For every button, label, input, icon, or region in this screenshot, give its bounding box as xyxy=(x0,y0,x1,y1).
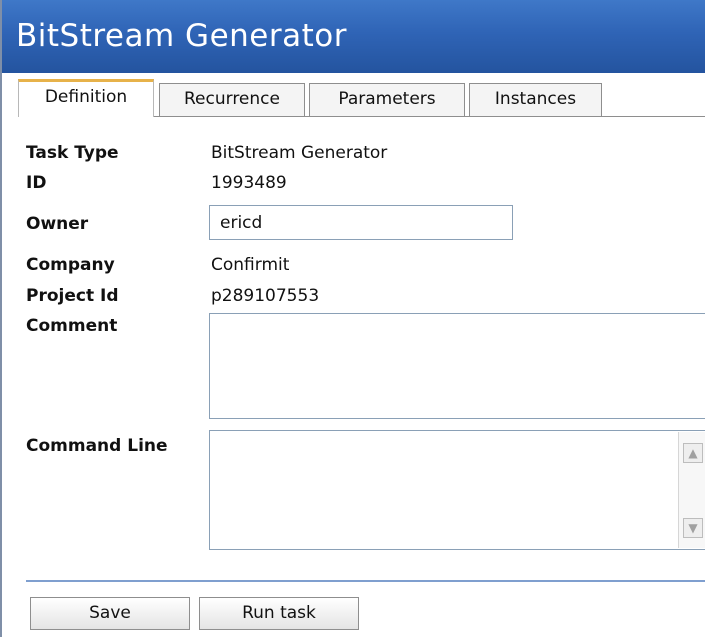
form-divider xyxy=(26,580,705,582)
tab-definition[interactable]: Definition xyxy=(18,79,154,117)
id-label: ID xyxy=(26,173,47,193)
save-button-label: Save xyxy=(89,603,131,623)
task-type-label: Task Type xyxy=(26,143,119,163)
scroll-up-arrow-icon[interactable]: ▲ xyxy=(683,443,703,463)
tab-baseline xyxy=(154,116,705,117)
comment-textarea[interactable] xyxy=(209,313,705,419)
tab-definition-label: Definition xyxy=(44,87,128,107)
owner-input[interactable]: ericd xyxy=(209,205,513,240)
run-task-button[interactable]: Run task xyxy=(199,597,359,630)
company-value: Confirmit xyxy=(211,255,290,275)
title-bar: BitStream Generator xyxy=(2,0,705,73)
owner-input-value: ericd xyxy=(220,213,263,233)
task-window: BitStream Generator Definition Recurrenc… xyxy=(0,0,705,637)
tab-recurrence[interactable]: Recurrence xyxy=(159,83,305,116)
tab-instances[interactable]: Instances xyxy=(469,83,602,116)
project-id-value: p289107553 xyxy=(211,286,320,306)
project-id-label: Project Id xyxy=(26,286,119,306)
scroll-down-arrow-icon[interactable]: ▼ xyxy=(683,518,703,538)
tab-parameters[interactable]: Parameters xyxy=(309,83,465,116)
tab-recurrence-label: Recurrence xyxy=(184,89,280,109)
tab-instances-label: Instances xyxy=(494,89,577,109)
id-value: 1993489 xyxy=(211,173,287,193)
command-line-scrollbar[interactable]: ▲ ▼ xyxy=(678,432,705,548)
tab-parameters-label: Parameters xyxy=(338,89,436,109)
command-line-label: Command Line xyxy=(26,436,168,456)
save-button[interactable]: Save xyxy=(30,597,190,630)
page-title: BitStream Generator xyxy=(16,18,347,54)
owner-label: Owner xyxy=(26,214,89,234)
task-type-value: BitStream Generator xyxy=(211,143,388,163)
command-line-textarea[interactable] xyxy=(209,430,705,550)
comment-label: Comment xyxy=(26,316,118,336)
company-label: Company xyxy=(26,255,115,275)
run-task-button-label: Run task xyxy=(242,603,316,623)
